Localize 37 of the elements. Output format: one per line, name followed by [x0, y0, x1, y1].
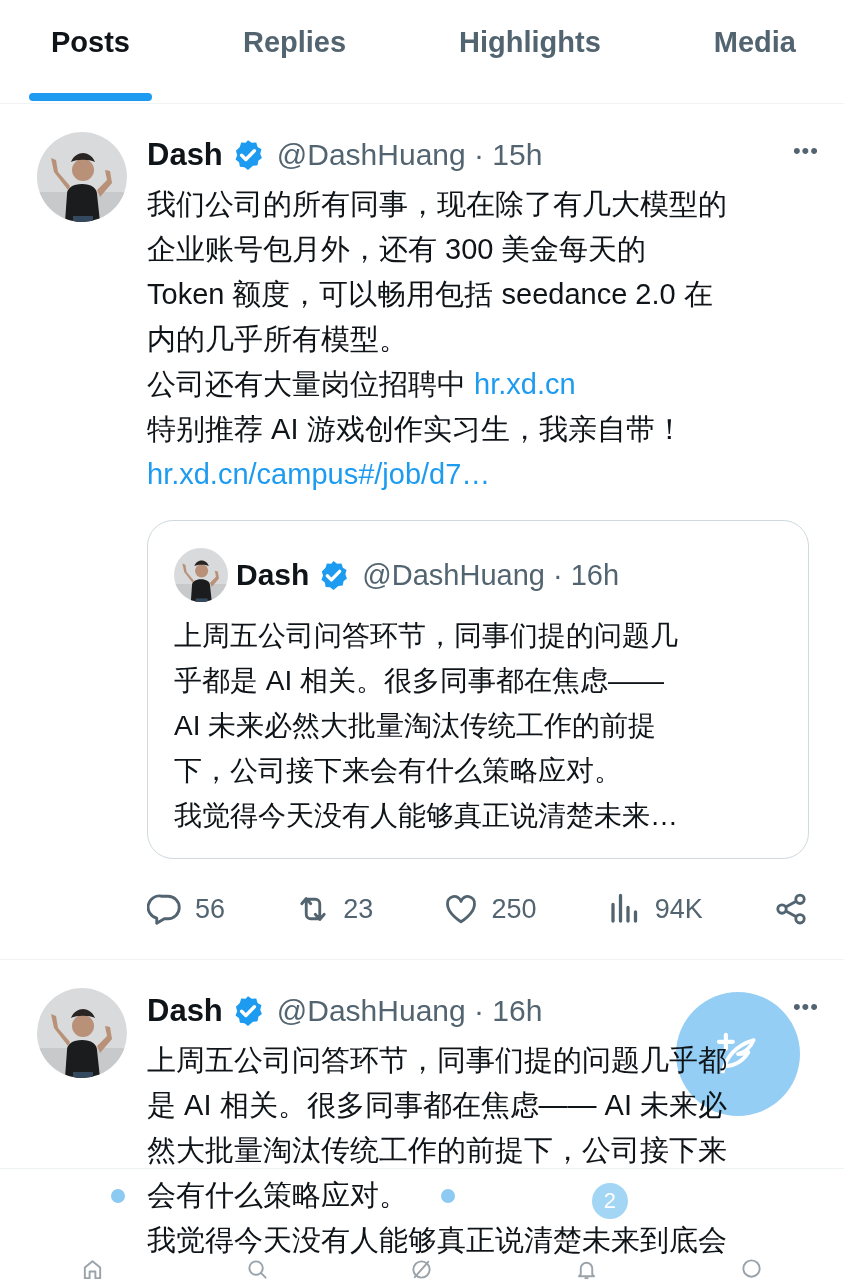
- post-text-line: 是 AI 相关。很多同事都在焦虑—— AI 未来必: [147, 1088, 728, 1121]
- author-handle: @DashHuang · 15h: [276, 138, 543, 172]
- slashed-circle-icon: [410, 1258, 434, 1280]
- author-name: Dash: [147, 137, 223, 173]
- quoted-post-card[interactable]: Dash @DashHuang · 16h 上周五公司问答环节，同事们提的问题几 乎都是 AI 相关。很多同事都在焦虑—— AI 未来必然大批量淘汰传统工作的前提 下，公司接下来会有什么策略应对。 我觉得今天没有人能够真正说清楚未来…: [147, 520, 809, 859]
- quoted-post-text-line: 上周五公司问答环节，同事们提的问题几: [174, 619, 678, 652]
- author-handle: @DashHuang · 16h: [276, 994, 543, 1028]
- post-text-line: 公司还有大量岗位招聘中 hr.xd.cn: [147, 367, 576, 400]
- author-handle: @DashHuang · 16h: [362, 558, 620, 592]
- tab[interactable]: Highlights: [437, 0, 623, 103]
- tab[interactable]: Media: [691, 0, 818, 103]
- like-count: 250: [491, 893, 537, 925]
- post-text-line: 上周五公司问答环节，同事们提的问题几乎都: [147, 1043, 727, 1076]
- post-text-line: 然大批量淘汰传统工作的前提下，公司接下来: [147, 1133, 727, 1166]
- notification-badge: 2: [591, 1183, 628, 1219]
- quoted-post-text-line: 乎都是 AI 相关。很多同事都在焦虑——: [174, 664, 664, 697]
- quoted-post-text-line: 下，公司接下来会有什么策略应对。: [174, 754, 622, 787]
- post-text-line: 内的几乎所有模型。: [147, 322, 408, 355]
- view-count: 94K: [654, 893, 703, 925]
- quoted-post-text-line: 我觉得今天没有人能够真正说清楚未来…: [174, 799, 678, 832]
- repost-count: 23: [343, 893, 374, 925]
- post-text-line: 企业账号包月外，还有 300 美金每天的: [147, 232, 647, 265]
- tab[interactable]: Replies: [220, 0, 369, 103]
- reply-count: 56: [195, 893, 226, 925]
- more-button[interactable]: •••: [792, 992, 819, 1022]
- post-text-line: 我们公司的所有同事，现在除了有几大模型的: [147, 187, 727, 220]
- author-name: Dash: [236, 558, 310, 592]
- search-icon: [245, 1258, 269, 1280]
- quoted-post-text-line: AI 未来必然大批量淘汰传统工作的前提: [174, 709, 657, 742]
- author-name: Dash: [147, 993, 223, 1029]
- tab[interactable]: Posts: [29, 0, 152, 103]
- post-text-line: Token 额度，可以畅用包括 seedance 2.0 在: [147, 277, 713, 310]
- circle-icon: [740, 1258, 764, 1280]
- post-text-line: 特别推荐 AI 游戏创作实习生，我亲自带！: [147, 412, 684, 445]
- post-text-line: 我觉得今天没有人能够真正说清楚未来到底会: [147, 1223, 727, 1256]
- more-button[interactable]: •••: [792, 136, 819, 166]
- post-text-line: 会有什么策略应对。: [147, 1178, 408, 1211]
